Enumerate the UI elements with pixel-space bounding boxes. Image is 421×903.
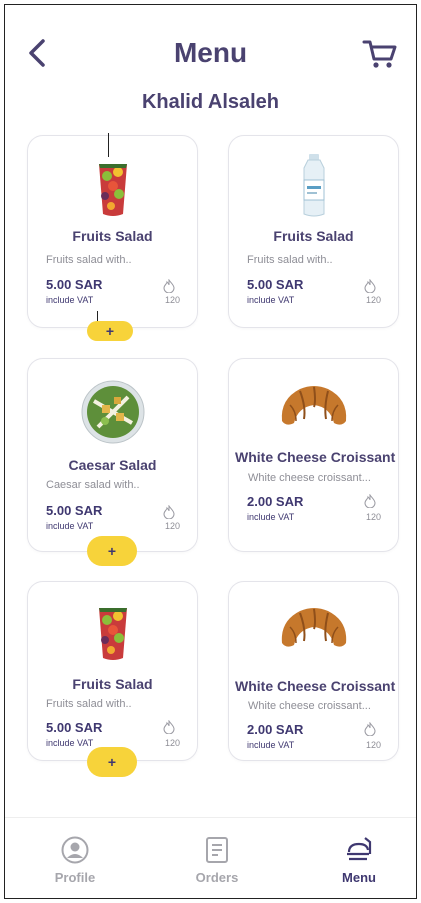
croissant-image [281,386,346,425]
caesar-salad-image [81,380,144,444]
product-name: Fruits Salad [72,228,153,244]
product-image [28,369,197,455]
product-description: Fruits salad with.. [46,254,132,266]
customer-name: Khalid Alsaleh [141,91,280,113]
vat-note: include VAT [247,512,295,522]
product-price: 5.00 SAR [46,720,103,735]
calorie-count: 120 [365,512,381,522]
vat-note: include VAT [247,740,295,750]
product-description: Caesar salad with.. [46,479,140,491]
add-to-cart-button[interactable]: + [87,747,137,777]
water-bottle-image [303,154,324,217]
straw-line [108,133,109,157]
product-name: Fruits Salad [72,676,153,692]
calorie-count: 120 [365,740,381,750]
fruit-cup-image [98,608,127,660]
product-name: Caesar Salad [68,457,157,473]
fruit-cup-image [98,164,127,216]
bottom-navigation: Profile Orders Menu [5,817,416,898]
vat-note: include VAT [46,521,94,531]
product-price: 5.00 SAR [247,277,304,292]
product-price: 2.00 SAR [247,494,304,509]
calorie-flame-icon [364,279,376,293]
product-image [229,365,398,451]
product-card[interactable]: Fruits Salad Fruits salad with.. 5.00 SA… [27,135,198,328]
product-price: 5.00 SAR [46,277,103,292]
product-card[interactable]: Fruits Salad Fruits salad with.. 5.00 SA… [228,135,399,328]
add-to-cart-button[interactable]: + [87,536,137,566]
product-card[interactable]: White Cheese Croissant White cheese croi… [228,581,399,761]
vat-note: include VAT [46,295,94,305]
product-image [229,590,398,670]
header: Menu [5,5,416,85]
product-description: Fruits salad with.. [247,254,333,266]
nav-item-menu[interactable]: Menu [314,836,404,885]
calorie-count: 120 [164,521,180,531]
nav-label: Profile [54,870,96,885]
vat-note: include VAT [247,295,295,305]
add-to-cart-button[interactable]: + [87,321,133,341]
calorie-flame-icon [163,279,175,293]
product-image [28,144,197,226]
nav-item-orders[interactable]: Orders [172,836,262,885]
calorie-count: 120 [365,295,381,305]
calorie-count: 120 [164,738,180,748]
calorie-flame-icon [364,722,376,736]
product-image [229,144,398,226]
calorie-flame-icon [163,505,175,519]
app-frame: Menu Khalid Alsaleh Fruits Salad Fruits … [4,4,417,899]
product-card[interactable]: Caesar Salad Caesar salad with.. 5.00 SA… [27,358,198,552]
product-description: White cheese croissant... [248,700,371,712]
nav-item-profile[interactable]: Profile [30,836,120,885]
product-description: White cheese croissant... [248,472,371,484]
nav-label: Menu [342,870,376,885]
product-card[interactable]: Fruits Salad Fruits salad with.. 5.00 SA… [27,581,198,761]
profile-icon [61,836,89,864]
calorie-flame-icon [364,494,376,508]
nav-label: Orders [195,870,239,885]
product-name: White Cheese Croissant [235,449,396,465]
product-card[interactable]: White Cheese Croissant White cheese croi… [228,358,399,552]
product-price: 2.00 SAR [247,722,304,737]
product-price: 5.00 SAR [46,503,103,518]
product-name: Fruits Salad [273,228,354,244]
product-image [28,594,197,664]
croissant-image [281,608,346,647]
calorie-count: 120 [164,295,180,305]
cart-icon[interactable] [362,37,398,71]
calorie-flame-icon [163,720,175,734]
product-name: White Cheese Croissant [235,678,396,694]
menu-icon [347,837,372,861]
page-title: Menu [173,37,248,68]
product-description: Fruits salad with.. [46,698,132,710]
vat-note: include VAT [46,738,94,748]
orders-icon [206,837,228,863]
